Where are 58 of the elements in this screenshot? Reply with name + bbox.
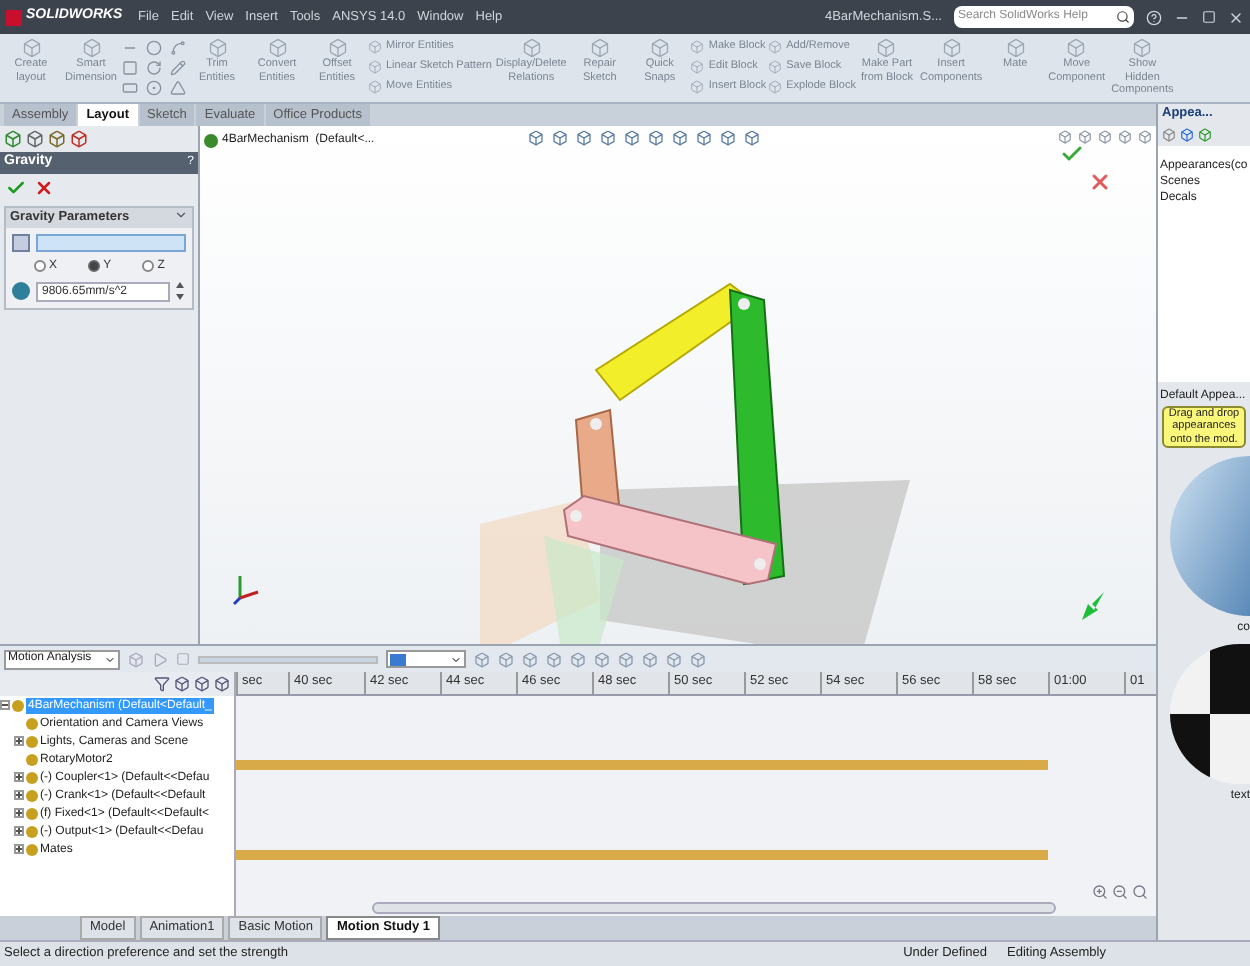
expander-icon[interactable] — [14, 826, 24, 836]
point-icon[interactable] — [146, 80, 162, 96]
dropdown-icon[interactable] — [450, 653, 462, 665]
expander-icon[interactable] — [14, 736, 24, 746]
command-icon — [589, 38, 610, 58]
command-icon — [521, 38, 542, 58]
command-icon — [649, 38, 670, 58]
collapse-icon[interactable] — [174, 208, 188, 222]
cancel-icon[interactable] — [1088, 170, 1112, 194]
search-icon[interactable] — [1116, 10, 1130, 24]
command-icon — [876, 38, 897, 58]
command-icon — [207, 38, 227, 58]
horizontal-scrollbar[interactable] — [372, 902, 1056, 914]
command-icon — [690, 59, 705, 73]
command-icon — [690, 79, 705, 93]
command-icon — [368, 79, 382, 93]
command-icon — [21, 38, 41, 58]
command-icon — [941, 38, 962, 58]
command-icon — [327, 38, 347, 58]
expander-icon[interactable] — [14, 790, 24, 800]
circle-icon[interactable] — [146, 40, 162, 56]
arc-icon[interactable] — [146, 60, 162, 76]
command-icon — [1066, 38, 1087, 58]
gravity-arrow-icon — [1080, 590, 1108, 622]
slot-icon[interactable] — [122, 80, 138, 96]
confirm-icon[interactable] — [1060, 142, 1084, 166]
direction-field[interactable] — [36, 233, 186, 252]
command-icon — [768, 59, 783, 73]
globe-icon — [12, 282, 30, 301]
spline-icon[interactable] — [170, 40, 186, 56]
command-icon — [368, 39, 382, 53]
axis-triad-icon — [232, 574, 260, 606]
logo-icon — [6, 9, 22, 25]
command-icon — [768, 79, 783, 93]
expander-icon[interactable] — [14, 808, 24, 818]
expander-icon[interactable] — [14, 844, 24, 854]
assembly-icon[interactable] — [204, 134, 218, 148]
cancel-button[interactable] — [34, 178, 54, 198]
command-icon — [81, 38, 101, 58]
expander-icon[interactable] — [0, 700, 10, 710]
spinner-icon[interactable] — [176, 282, 186, 301]
maximize-icon[interactable] — [1202, 10, 1216, 24]
command-icon — [368, 59, 382, 73]
pencil-icon[interactable] — [170, 60, 186, 76]
playback-speed-select[interactable] — [386, 650, 466, 668]
command-icon — [267, 38, 287, 58]
expander-icon[interactable] — [14, 772, 24, 782]
command-icon — [1005, 38, 1026, 58]
help-icon[interactable] — [1146, 9, 1162, 25]
command-icon — [1132, 38, 1153, 58]
command-icon — [690, 39, 705, 53]
zoom-in-icon[interactable] — [1092, 884, 1108, 900]
command-icon — [768, 39, 783, 53]
dropdown-icon[interactable] — [104, 653, 116, 665]
zoom-out-icon[interactable] — [1112, 884, 1128, 900]
ok-button[interactable] — [6, 178, 26, 198]
direction-icon — [12, 233, 30, 252]
polygon-icon[interactable] — [170, 80, 186, 96]
